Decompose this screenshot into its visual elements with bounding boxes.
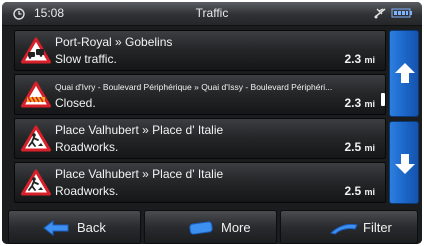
slow-traffic-warning-icon — [21, 37, 51, 64]
traffic-distance: 2.5 mi — [344, 140, 375, 154]
filter-icon — [329, 223, 358, 235]
more-button[interactable]: More — [144, 210, 277, 244]
traffic-route: Place Valhubert » Place d' Italie — [55, 123, 224, 137]
traffic-distance: 2.5 mi — [344, 184, 375, 198]
back-arrow-icon — [43, 220, 69, 236]
screen-title: Traffic — [195, 6, 229, 20]
scroll-up-button[interactable] — [389, 30, 419, 117]
traffic-list: Port-Royal » Gobelins Slow traffic. 2.3 … — [14, 30, 386, 204]
arrow-up-icon — [395, 63, 415, 83]
more-icon — [189, 221, 213, 235]
traffic-distance: 2.3 mi — [344, 52, 375, 66]
distance-value: 2.5 — [344, 184, 362, 198]
traffic-description: Roadworks. — [55, 184, 119, 198]
roadworks-warning-icon — [21, 125, 51, 152]
traffic-route: Port-Royal » Gobelins — [55, 35, 173, 49]
distance-value: 2.3 — [344, 52, 362, 66]
back-button-label: Back — [77, 220, 106, 235]
distance-unit: mi — [364, 99, 375, 109]
distance-unit: mi — [364, 143, 375, 153]
traffic-list-item[interactable]: Place Valhubert » Place d' Italie Roadwo… — [14, 162, 386, 203]
distance-unit: mi — [364, 187, 375, 197]
traffic-description: Slow traffic. — [55, 52, 117, 66]
traffic-list-item[interactable]: Quai d'Ivry - Boulevard Périphérique » Q… — [14, 74, 386, 115]
road-closed-warning-icon — [21, 81, 51, 108]
status-bar: 15:08 Traffic — [2, 2, 422, 26]
gps-signal-icon — [374, 8, 386, 19]
distance-unit: mi — [364, 55, 375, 65]
traffic-list-item[interactable]: Port-Royal » Gobelins Slow traffic. 2.3 … — [14, 30, 386, 71]
traffic-list-item[interactable]: Place Valhubert » Place d' Italie Roadwo… — [14, 118, 386, 159]
distance-value: 2.5 — [344, 140, 362, 154]
back-button[interactable]: Back — [8, 210, 141, 244]
traffic-distance: 2.3 mi — [344, 96, 375, 110]
navigation-screen: 15:08 Traffic Port-Royal » Gobelins Slow… — [2, 2, 422, 244]
filter-button-label: Filter — [363, 220, 392, 235]
scroll-down-button[interactable] — [389, 121, 419, 204]
traffic-route: Place Valhubert » Place d' Italie — [55, 167, 224, 181]
scrollbar-thumb[interactable] — [381, 93, 385, 106]
filter-button[interactable]: Filter — [280, 210, 418, 244]
traffic-route: Quai d'Ivry - Boulevard Périphérique » Q… — [55, 82, 333, 92]
distance-value: 2.3 — [344, 96, 362, 110]
battery-icon — [391, 8, 412, 18]
traffic-description: Roadworks. — [55, 140, 119, 154]
roadworks-warning-icon — [21, 169, 51, 196]
arrow-down-icon — [395, 154, 415, 174]
bottom-bar: Back More Filter — [2, 208, 422, 244]
traffic-description: Closed. — [55, 96, 96, 110]
more-button-label: More — [221, 220, 251, 235]
